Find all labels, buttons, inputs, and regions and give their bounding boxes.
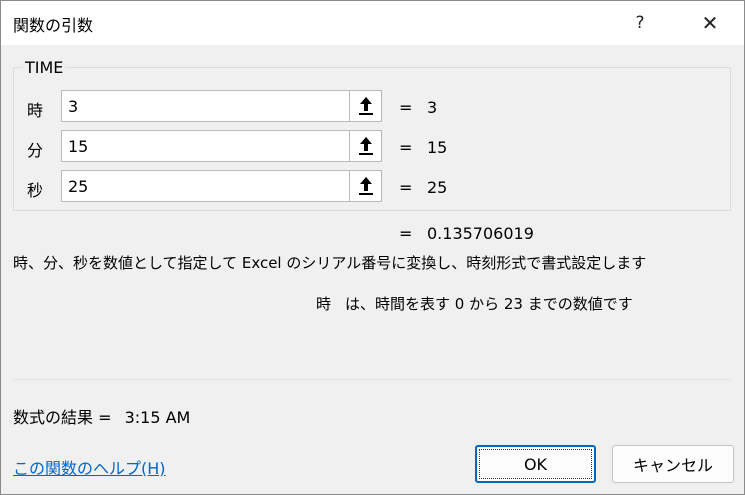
argument-description-name: 時 [316, 295, 332, 313]
function-name: TIME [23, 58, 66, 77]
minute-equals: = [399, 138, 413, 157]
argument-description-text: は、時間を表す 0 から 23 までの数値です [345, 295, 633, 313]
minute-result: 15 [427, 138, 448, 157]
arrow-up-underline-icon [358, 137, 373, 155]
formula-result: 数式の結果 = 3:15 AM [13, 404, 190, 428]
arg-label-minute: 分 [27, 141, 44, 160]
ok-button-label: OK [479, 449, 592, 479]
argument-description: 時は、時間を表す 0 から 23 までの数値です [316, 293, 633, 314]
function-description: 時、分、秒を数値として指定して Excel のシリアル番号に変換し、時刻形式で書… [13, 254, 647, 272]
hour-input[interactable] [61, 90, 351, 122]
second-result: 25 [427, 178, 448, 197]
arrow-up-underline-icon [358, 97, 373, 115]
hour-result: 3 [427, 98, 438, 117]
second-equals: = [399, 178, 413, 197]
hour-equals: = [399, 98, 413, 117]
separator [13, 379, 731, 380]
formula-result-value: 3:15 AM [124, 408, 191, 427]
formula-result-label: 数式の結果 = [13, 408, 112, 427]
function-help-link[interactable]: この関数のヘルプ(H) [13, 455, 166, 479]
cancel-button[interactable]: キャンセル [612, 445, 734, 483]
hour-ref-button[interactable] [349, 90, 382, 122]
second-ref-button[interactable] [349, 170, 382, 202]
title-bar: 関数の引数 ? ✕ [1, 1, 744, 45]
minute-ref-button[interactable] [349, 130, 382, 162]
function-arguments-dialog: 関数の引数 ? ✕ TIME 時 = 3 分 = 15 秒 = 25 = 0.1… [0, 0, 745, 495]
ok-button[interactable]: OK [475, 445, 596, 483]
second-input[interactable] [61, 170, 351, 202]
close-button[interactable]: ✕ [691, 5, 729, 41]
dialog-title: 関数の引数 [13, 16, 94, 35]
minute-input[interactable] [61, 130, 351, 162]
arg-label-hour: 時 [27, 101, 44, 120]
help-button[interactable]: ? [623, 5, 657, 41]
total-result: 0.135706019 [427, 224, 534, 243]
arrow-up-underline-icon [358, 177, 373, 195]
total-equals: = [399, 224, 413, 243]
arg-label-second: 秒 [27, 181, 44, 200]
